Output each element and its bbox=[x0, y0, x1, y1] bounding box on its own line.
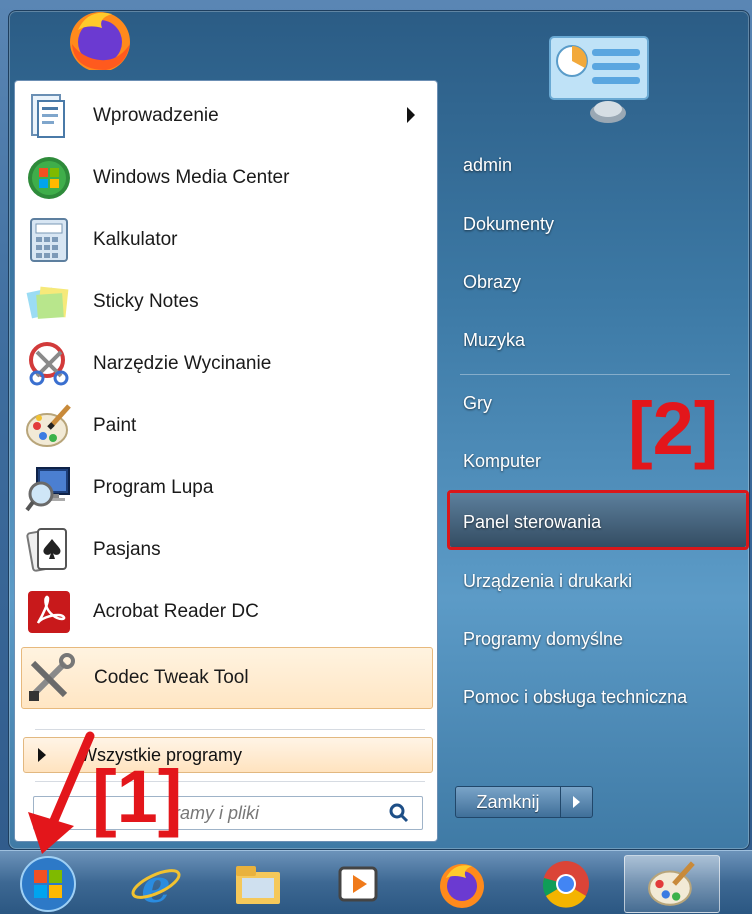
program-label: Acrobat Reader DC bbox=[93, 601, 259, 622]
program-label: Paint bbox=[93, 415, 137, 436]
program-item[interactable]: Program Lupa bbox=[21, 457, 433, 519]
program-item[interactable]: Kalkulator bbox=[21, 209, 433, 271]
right-link-music[interactable]: Muzyka bbox=[445, 317, 745, 363]
magnifier-icon bbox=[21, 460, 77, 516]
annotation-frame bbox=[447, 490, 749, 550]
shutdown-button[interactable]: Zamknij bbox=[455, 786, 561, 818]
snipping-tool-icon bbox=[21, 336, 77, 392]
right-link-documents[interactable]: Dokumenty bbox=[445, 201, 745, 247]
start-orb-icon[interactable] bbox=[8, 855, 88, 913]
firefox-icon[interactable] bbox=[426, 855, 498, 913]
media-player-icon[interactable] bbox=[322, 855, 394, 913]
program-item[interactable]: Windows Media Center bbox=[21, 147, 433, 209]
file-explorer-icon[interactable] bbox=[222, 855, 294, 913]
paint-icon bbox=[21, 398, 77, 454]
acrobat-icon bbox=[21, 584, 77, 640]
program-item[interactable]: Wprowadzenie bbox=[21, 85, 433, 147]
program-item[interactable]: Acrobat Reader DC bbox=[21, 581, 433, 643]
submenu-arrow-icon[interactable] bbox=[407, 107, 415, 123]
windows-media-center-icon bbox=[21, 150, 77, 206]
search-placeholder: ramy i pliki bbox=[174, 803, 260, 823]
divider bbox=[460, 374, 730, 375]
program-item[interactable]: Pasjans bbox=[21, 519, 433, 581]
sticky-notes-icon bbox=[21, 274, 77, 330]
solitaire-icon bbox=[21, 522, 77, 578]
program-item-highlighted[interactable]: Codec Tweak Tool bbox=[21, 647, 433, 709]
program-label: Pasjans bbox=[93, 539, 161, 560]
internet-explorer-icon[interactable]: e bbox=[120, 855, 192, 913]
codec-tweak-tool-icon bbox=[22, 650, 78, 706]
paint-icon[interactable] bbox=[624, 855, 720, 913]
annotation-step-2: [2] bbox=[628, 387, 719, 470]
chevron-right-icon bbox=[573, 796, 580, 808]
shutdown-options-button[interactable] bbox=[561, 786, 593, 818]
program-item[interactable]: Paint bbox=[21, 395, 433, 457]
calculator-icon bbox=[21, 212, 77, 268]
program-label: Sticky Notes bbox=[93, 291, 199, 312]
program-label: Windows Media Center bbox=[93, 167, 290, 188]
program-label: Narzędzie Wycinanie bbox=[93, 353, 272, 374]
program-label: Wprowadzenie bbox=[93, 105, 219, 126]
annotation-arrow bbox=[28, 731, 95, 854]
control-panel-icon bbox=[548, 35, 650, 125]
program-label: Codec Tweak Tool bbox=[94, 667, 249, 688]
search-icon[interactable] bbox=[384, 798, 414, 828]
programs-pane: Wprowadzenie Windows Media Center Kalkul… bbox=[14, 80, 438, 842]
right-link-help[interactable]: Pomoc i obsługa techniczna bbox=[445, 674, 745, 720]
shutdown-group: Zamknij bbox=[455, 786, 593, 818]
right-link-devices-printers[interactable]: Urządzenia i drukarki bbox=[445, 558, 745, 604]
right-link-user[interactable]: admin bbox=[445, 142, 745, 188]
svg-text:e: e bbox=[141, 859, 170, 910]
right-link-pictures[interactable]: Obrazy bbox=[445, 259, 745, 305]
program-label: Kalkulator bbox=[93, 229, 178, 250]
right-link-default-programs[interactable]: Programy domyślne bbox=[445, 616, 745, 662]
chrome-icon[interactable] bbox=[530, 855, 602, 913]
program-item[interactable]: Sticky Notes bbox=[21, 271, 433, 333]
getting-started-icon bbox=[21, 88, 77, 144]
program-item[interactable]: Narzędzie Wycinanie bbox=[21, 333, 433, 395]
firefox-icon[interactable] bbox=[58, 0, 142, 72]
program-label: Program Lupa bbox=[93, 477, 214, 498]
taskbar: e bbox=[0, 850, 752, 914]
